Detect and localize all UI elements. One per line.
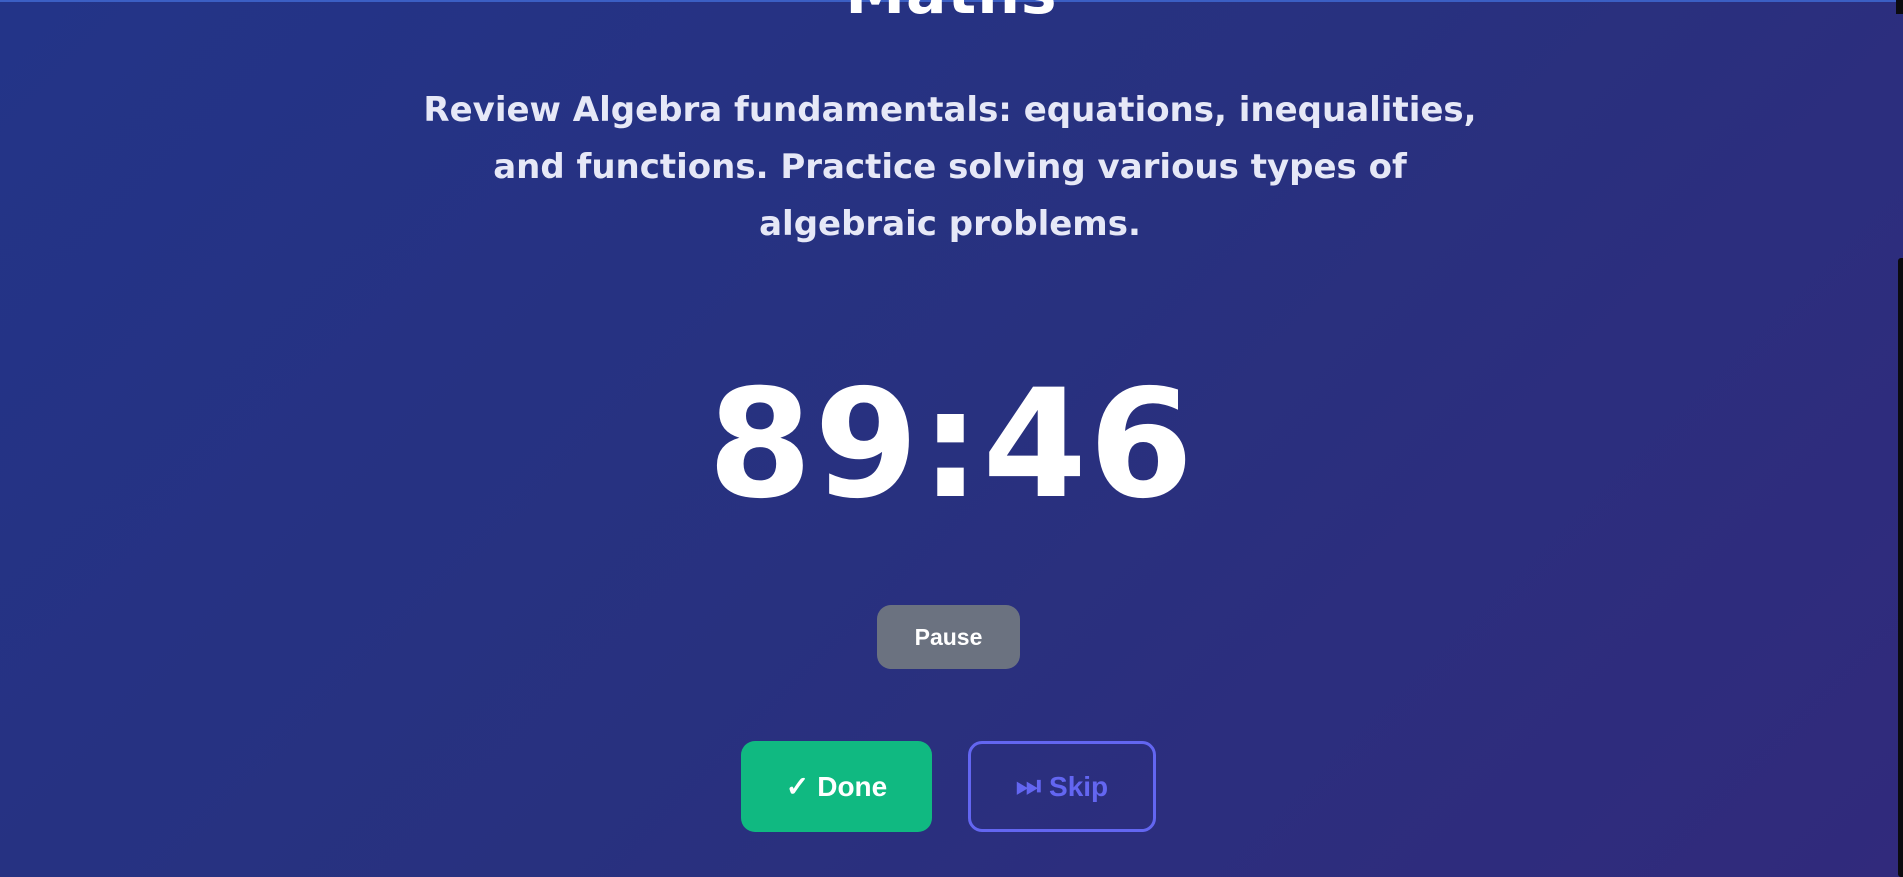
done-button[interactable]: ✓ Done — [741, 741, 932, 832]
skip-forward-icon: ⏭ — [1015, 770, 1042, 801]
checkmark-icon: ✓ — [785, 771, 810, 802]
scrollbar[interactable] — [1896, 0, 1903, 877]
pause-button-label: Pause — [914, 623, 983, 650]
pause-button[interactable]: Pause — [877, 605, 1020, 669]
countdown-timer: 89:46 — [707, 358, 1196, 532]
skip-button[interactable]: ⏭ Skip — [968, 741, 1156, 832]
session-description: Review Algebra fundamentals: equations, … — [423, 90, 1477, 244]
scrollbar-thumb[interactable] — [1898, 258, 1903, 877]
done-button-label: Done — [817, 770, 888, 802]
subject-title: Maths — [0, 0, 1903, 28]
scroll-up-arrow[interactable] — [1896, 0, 1903, 14]
skip-button-label: Skip — [1049, 770, 1109, 802]
